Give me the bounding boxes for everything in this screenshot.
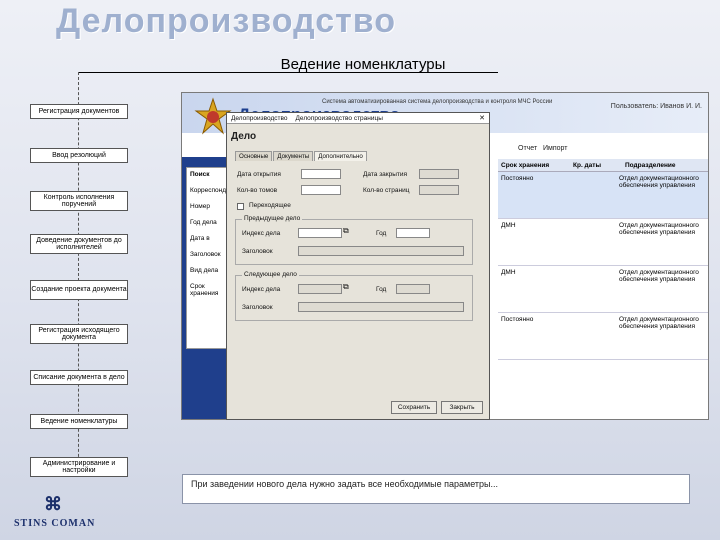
- prev-case-index-field[interactable]: [298, 228, 342, 238]
- volumes-field[interactable]: [301, 185, 341, 195]
- slide-title: Делопроизводство: [56, 2, 397, 40]
- open-date-label: Дата открытия: [237, 171, 281, 178]
- dialog-tabs: Основные Документы Дополнительно: [235, 151, 368, 161]
- logo-mark-icon: ⌘: [44, 494, 62, 514]
- column-header[interactable]: Срок хранения: [498, 162, 570, 169]
- tab-documents[interactable]: Документы: [273, 151, 314, 161]
- next-year-field[interactable]: [396, 284, 430, 294]
- import-button[interactable]: Импорт: [543, 145, 567, 152]
- unit-cell: Отдел документационного обеспечения упра…: [619, 316, 699, 330]
- dialog-tabbar: Делопроизводство Делопроизводство страни…: [227, 113, 489, 124]
- cases-table: Срок хранения Кр. даты Подразделение Пос…: [498, 159, 708, 360]
- year-label: Год: [376, 286, 387, 293]
- table-row[interactable]: Постоянно Отдел документационного обеспе…: [498, 313, 708, 360]
- next-case-title: Следующее дело: [242, 271, 299, 278]
- search-field-label: Срок хранения: [190, 283, 219, 297]
- company-logo: ⌘ STINS COMAN: [6, 494, 96, 536]
- step-button-resolutions[interactable]: Ввод резолюций: [30, 148, 128, 163]
- step-button-admin[interactable]: Администрирование и настройки: [30, 457, 128, 477]
- step-button-control[interactable]: Контроль исполнения поручений: [30, 191, 128, 211]
- term-cell: Постоянно: [501, 316, 534, 323]
- tab-additional[interactable]: Дополнительно: [314, 151, 367, 161]
- pages-label: Кол-во страниц: [363, 187, 410, 194]
- prev-year-field[interactable]: [396, 228, 430, 238]
- term-cell: ДМН: [501, 222, 516, 229]
- save-button[interactable]: Сохранить: [391, 401, 437, 414]
- close-date-field[interactable]: [419, 169, 459, 179]
- step-button-draft[interactable]: Создание проекта документа: [30, 280, 128, 300]
- close-date-label: Дата закрытия: [363, 171, 408, 178]
- steps-connector: [78, 72, 80, 472]
- term-cell: Постоянно: [501, 175, 534, 182]
- slide-subtitle: Ведение номенклатуры: [280, 56, 446, 73]
- lookup-icon[interactable]: ⧉: [343, 282, 349, 292]
- step-button-filing[interactable]: Списание документа в дело: [30, 370, 128, 385]
- heading-label: Заголовок: [242, 248, 273, 255]
- lookup-icon[interactable]: ⧉: [343, 226, 349, 236]
- search-field-label: Корреспондент: [190, 187, 237, 194]
- search-label: Поиск: [190, 171, 210, 178]
- next-case-group: Следующее дело Индекс дела ⧉ Год Заголов…: [235, 271, 473, 321]
- column-header[interactable]: Кр. даты: [570, 162, 622, 169]
- open-date-field[interactable]: [301, 169, 341, 179]
- step-button-delivery[interactable]: Доведение документов до исполнителей: [30, 234, 128, 254]
- search-field-label: Дата в: [190, 235, 210, 242]
- table-header: Срок хранения Кр. даты Подразделение: [498, 159, 708, 172]
- search-field-label: Год дела: [190, 219, 217, 226]
- prev-case-title: Предыдущее дело: [242, 215, 303, 222]
- case-index-label: Индекс дела: [242, 286, 281, 293]
- dialog-heading: Дело: [231, 131, 257, 142]
- search-field-label: Вид дела: [190, 267, 219, 274]
- next-heading-field[interactable]: [298, 302, 464, 312]
- prev-heading-field[interactable]: [298, 246, 464, 256]
- search-field-label: Заголовок: [190, 251, 221, 258]
- table-row[interactable]: ДМН Отдел документационного обеспечения …: [498, 266, 708, 313]
- subtitle-underline: [78, 72, 498, 73]
- year-label: Год: [376, 230, 387, 237]
- table-row[interactable]: ДМН Отдел документационного обеспечения …: [498, 219, 708, 266]
- close-icon[interactable]: ✕: [475, 114, 489, 122]
- prev-case-group: Предыдущее дело Индекс дела ⧉ Год Заголо…: [235, 215, 473, 265]
- user-label: Пользователь: Иванов И. И.: [610, 103, 702, 110]
- case-dialog: Делопроизводство Делопроизводство страни…: [226, 112, 490, 420]
- next-case-index-field[interactable]: [298, 284, 342, 294]
- step-button-nomenclature[interactable]: Ведение номенклатуры: [30, 414, 128, 429]
- column-header[interactable]: Подразделение: [622, 162, 708, 169]
- unit-cell: Отдел документационного обеспечения упра…: [619, 222, 699, 236]
- step-button-outgoing[interactable]: Регистрация исходящего документа: [30, 324, 128, 344]
- dialog-tab[interactable]: Делопроизводство страницы: [292, 115, 387, 122]
- unit-cell: Отдел документационного обеспечения упра…: [619, 269, 699, 283]
- heading-label: Заголовок: [242, 304, 273, 311]
- transitional-checkbox[interactable]: [237, 203, 244, 210]
- dialog-tab[interactable]: Делопроизводство: [227, 115, 292, 122]
- transitional-label: Переходящее: [249, 202, 291, 209]
- term-cell: ДМН: [501, 269, 516, 276]
- tab-main[interactable]: Основные: [235, 151, 273, 161]
- logo-text: STINS COMAN: [14, 518, 96, 529]
- bg-toolbar: Отчет Импорт: [518, 145, 568, 152]
- pages-field[interactable]: [419, 185, 459, 195]
- case-index-label: Индекс дела: [242, 230, 281, 237]
- cancel-button[interactable]: Закрыть: [441, 401, 483, 414]
- step-button-registration[interactable]: Регистрация документов: [30, 104, 128, 119]
- volumes-label: Кол-во томов: [237, 187, 278, 194]
- description-box: При заведении нового дела нужно задать в…: [182, 474, 690, 504]
- report-button[interactable]: Отчет: [518, 145, 537, 152]
- search-field-label: Номер: [190, 203, 211, 210]
- unit-cell: Отдел документационного обеспечения упра…: [619, 175, 699, 189]
- table-row[interactable]: Постоянно Отдел документационного обеспе…: [498, 172, 708, 219]
